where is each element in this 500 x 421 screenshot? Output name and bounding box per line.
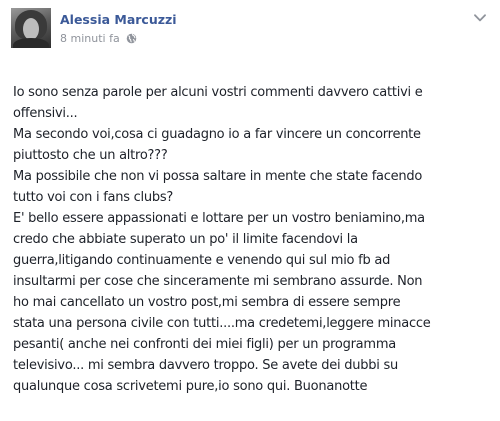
post-text-line: offensivi... <box>13 106 78 121</box>
post-text-line: qualunque cosa scrivetemi pure,io sono q… <box>13 379 368 394</box>
post-text-line: pesanti( anche nei confronti dei miei fi… <box>13 337 396 352</box>
post-text-line: stata una persona civile con tutti....ma… <box>13 316 431 331</box>
chevron-down-icon[interactable] <box>474 14 486 22</box>
post-text-line: Io sono senza parole per alcuni vostri c… <box>13 85 423 100</box>
post-text-line: Ma possibile che non vi possa saltare in… <box>13 169 423 184</box>
timestamp[interactable]: 8 minuti fa <box>60 32 120 45</box>
avatar[interactable] <box>11 8 51 48</box>
author-name[interactable]: Alessia Marcuzzi <box>60 12 177 27</box>
post-text-line: televisivo... mi sembra davvero troppo. … <box>13 358 398 373</box>
post-text-line: guerra,litigando continuamente e venendo… <box>13 253 391 268</box>
post-text-line: insultarmi per cose che sinceramente mi … <box>13 274 423 289</box>
post-text-line: ho mai cancellato un vostro post,mi semb… <box>13 295 401 310</box>
post-text-line: E' bello essere appassionati e lottare p… <box>13 211 425 226</box>
post-text: Io sono senza parole per alcuni vostri c… <box>13 82 493 397</box>
avatar-shoulders <box>13 38 49 48</box>
globe-icon[interactable] <box>126 33 137 44</box>
post-text-line: credo che abbiate superato un po' il lim… <box>13 232 358 247</box>
post-text-line: Ma secondo voi,cosa ci guadagno io a far… <box>13 127 421 142</box>
avatar-face <box>23 18 39 40</box>
post-text-line: piuttosto che un altro??? <box>13 148 168 163</box>
post-meta: 8 minuti fa <box>60 32 137 45</box>
facebook-post: Alessia Marcuzzi 8 minuti fa Io sono sen… <box>0 0 500 421</box>
post-text-line: tutto voi con i fans clubs? <box>13 190 174 205</box>
